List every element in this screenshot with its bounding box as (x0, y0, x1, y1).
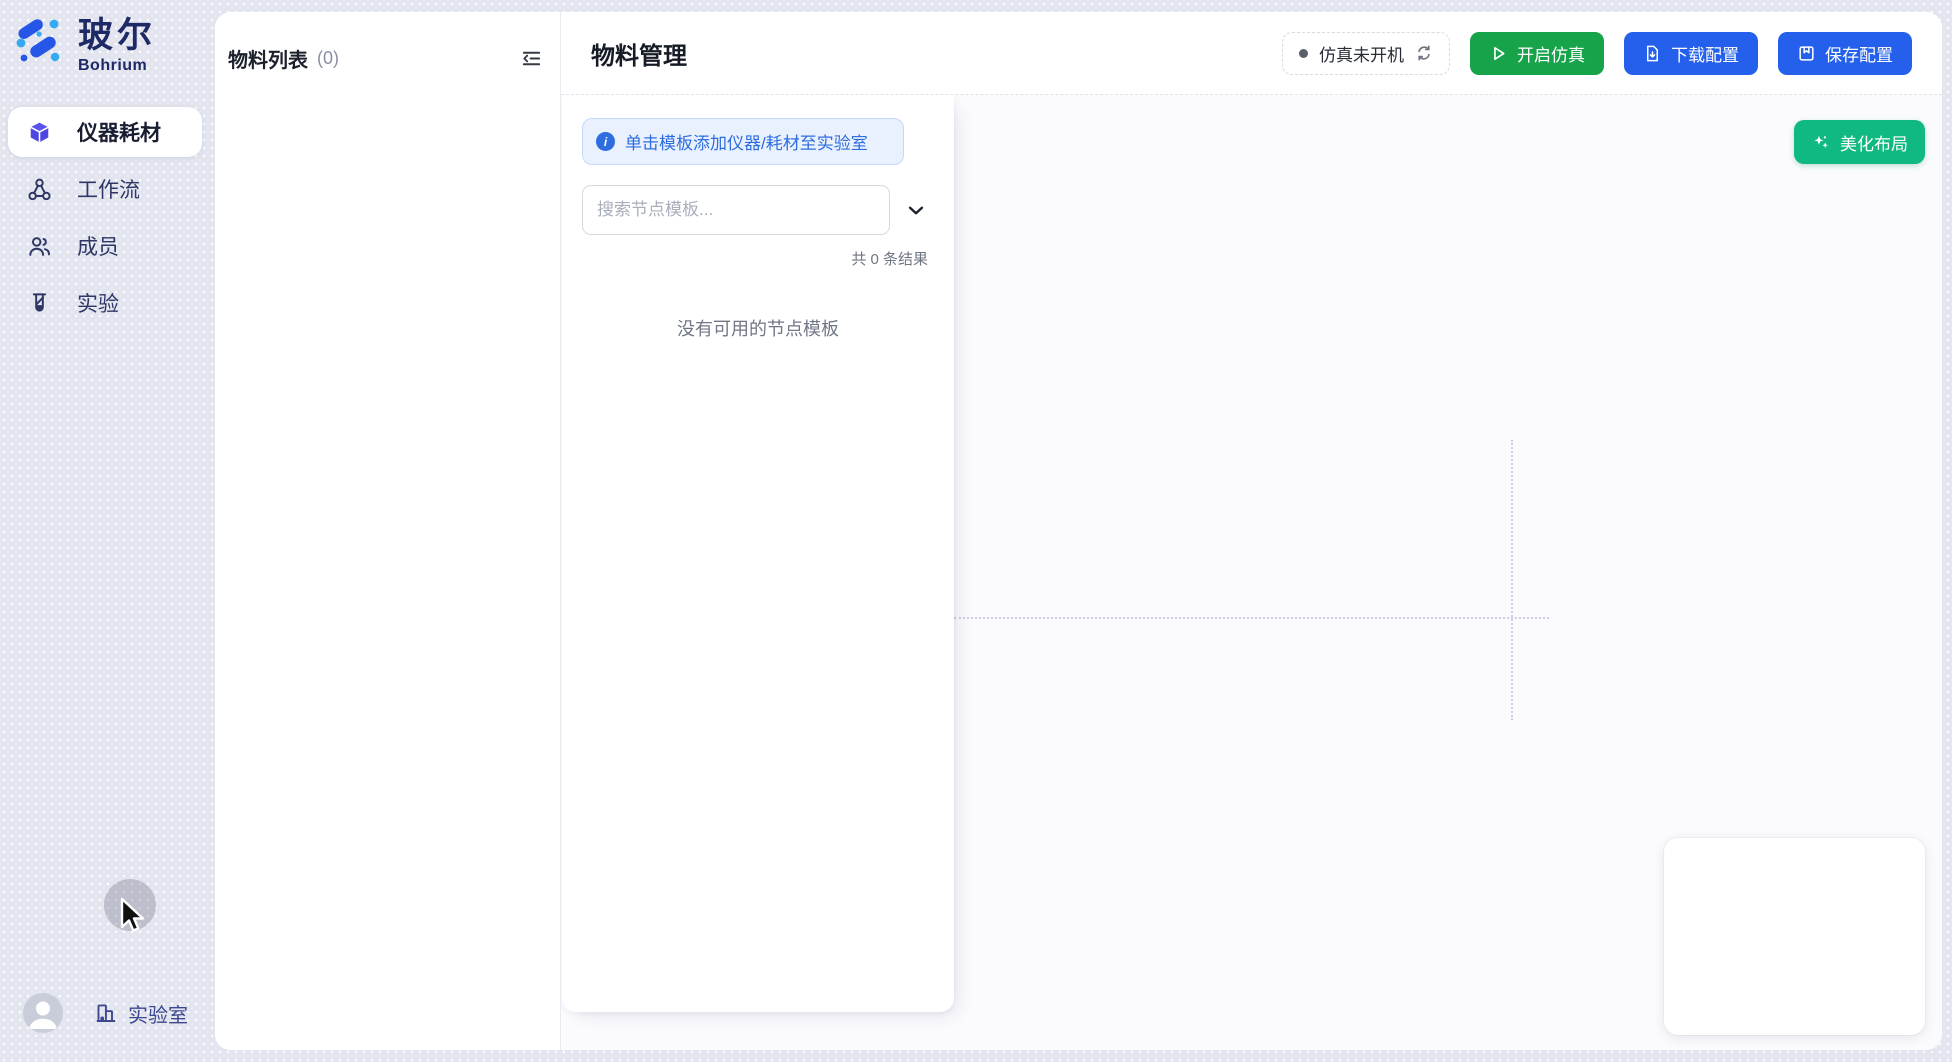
user-avatar[interactable] (23, 993, 63, 1033)
results-count: 共 0 条结果 (582, 248, 934, 269)
sidebar-item-label: 工作流 (77, 174, 140, 204)
refresh-icon[interactable] (1415, 44, 1433, 62)
app-container: 物料列表 (0) 物料管理 仿真未开机 (215, 12, 1942, 1050)
lab-building-icon (94, 1001, 118, 1025)
brand: 玻尔 Bohrium (14, 16, 156, 75)
lab-switcher[interactable]: 实验室 (94, 999, 188, 1028)
sidebar-item-instruments[interactable]: 仪器耗材 (8, 107, 202, 157)
chevron-down-icon (905, 199, 927, 221)
search-input[interactable] (582, 185, 890, 235)
cube-icon (27, 120, 52, 145)
info-banner-text: 单击模板添加仪器/耗材至实验室 (625, 129, 868, 154)
save-config-button[interactable]: 保存配置 (1778, 32, 1912, 75)
sim-status-pill: 仿真未开机 (1282, 32, 1450, 75)
sim-status-label: 仿真未开机 (1319, 41, 1404, 66)
template-panel: i 单击模板添加仪器/耗材至实验室 共 0 条结果 没有可用的节点模板 (562, 95, 954, 1012)
download-config-button[interactable]: 下载配置 (1624, 32, 1758, 75)
sidebar-item-label: 实验 (77, 288, 119, 318)
sidebar-item-members[interactable]: 成员 (8, 221, 202, 271)
workflow-icon (27, 177, 52, 202)
start-simulation-button[interactable]: 开启仿真 (1470, 32, 1604, 75)
info-icon: i (596, 132, 615, 151)
brand-name: 玻尔 (78, 16, 156, 56)
sparkles-icon (1811, 132, 1831, 152)
expand-templates-button[interactable] (905, 199, 927, 221)
save-icon (1797, 44, 1816, 63)
materials-panel: 物料列表 (0) (215, 12, 561, 1050)
person-icon (23, 993, 63, 1033)
collapse-panel-icon (520, 47, 543, 70)
flow-canvas[interactable]: i 单击模板添加仪器/耗材至实验室 共 0 条结果 没有可用的节点模板 (561, 95, 1942, 1050)
beautify-layout-button[interactable]: 美化布局 (1794, 120, 1925, 164)
main-area: 物料管理 仿真未开机 开启仿真 (561, 12, 1942, 1050)
lab-label: 实验室 (128, 999, 188, 1028)
sidebar-item-experiments[interactable]: 实验 (8, 278, 202, 328)
page-title: 物料管理 (591, 36, 687, 71)
sidebar-item-workflow[interactable]: 工作流 (8, 164, 202, 214)
file-download-icon (1643, 44, 1662, 63)
template-search-row (582, 185, 934, 235)
guide-line-horizontal (954, 617, 1549, 619)
guide-line-vertical (1511, 440, 1513, 720)
sidebar: 玻尔 Bohrium 仪器耗材 工作流 (0, 0, 215, 1062)
experiment-icon (27, 291, 52, 316)
info-banner: i 单击模板添加仪器/耗材至实验室 (582, 118, 904, 165)
collapse-panel-button[interactable] (518, 46, 544, 72)
page-header: 物料管理 仿真未开机 开启仿真 (561, 12, 1942, 95)
minimap[interactable] (1664, 838, 1925, 1035)
bohrium-logo-icon (14, 16, 62, 64)
members-icon (27, 234, 52, 259)
materials-count: (0) (317, 48, 339, 69)
status-dot-icon (1299, 49, 1308, 58)
brand-subname: Bohrium (78, 57, 156, 75)
sidebar-footer: 实验室 (23, 993, 188, 1033)
empty-state-text: 没有可用的节点模板 (582, 315, 934, 341)
materials-panel-title: 物料列表 (228, 44, 308, 73)
sidebar-nav: 仪器耗材 工作流 成员 (8, 107, 202, 335)
sidebar-item-label: 成员 (77, 231, 119, 261)
materials-panel-header: 物料列表 (0) (215, 12, 560, 73)
sidebar-item-label: 仪器耗材 (77, 117, 161, 147)
play-icon (1489, 44, 1508, 63)
